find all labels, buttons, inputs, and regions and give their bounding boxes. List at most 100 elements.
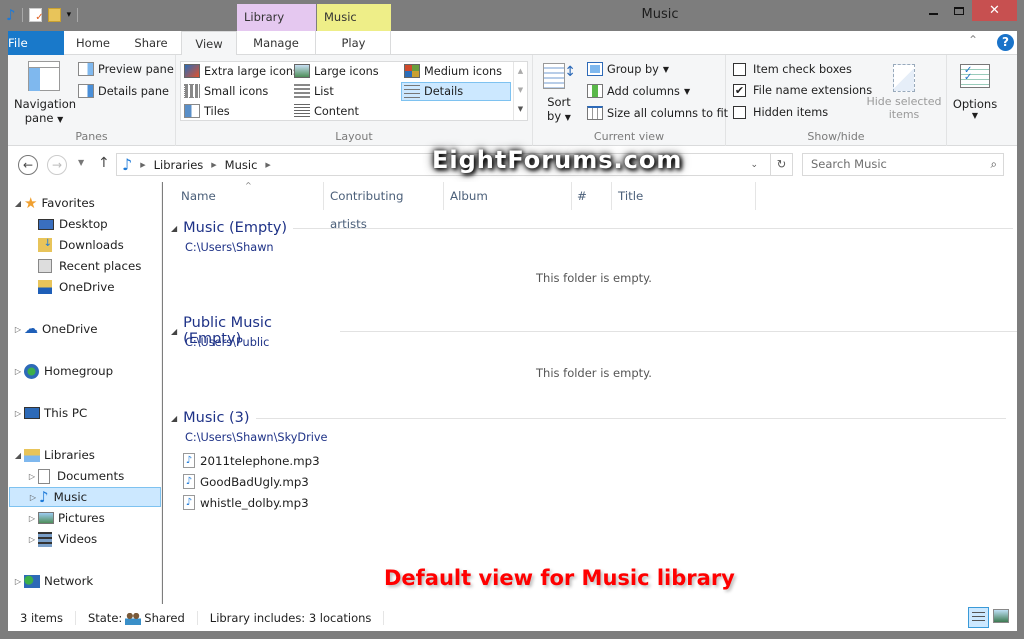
layout-large-icons[interactable]: Large icons (294, 64, 379, 78)
list-item[interactable]: ♪ GoodBadUgly.mp3 (183, 474, 309, 489)
sort-by-button[interactable]: ↕ Sort by ▼ (541, 63, 577, 123)
refresh-button[interactable]: ↻ (770, 154, 792, 175)
collapsed-arrow-icon[interactable]: ▷ (12, 577, 24, 586)
group-header[interactable]: ◢ Public Music (Empty) (171, 315, 1017, 347)
hide-selected-items-button[interactable]: Hide selected items (866, 64, 942, 121)
size-columns-button[interactable]: Size all columns to fit (587, 106, 728, 120)
gallery-expand-icon[interactable]: ▼ (514, 100, 527, 119)
large-icons-view-button[interactable] (993, 609, 1009, 623)
gallery-scroll-down-icon[interactable]: ▼ (514, 81, 527, 100)
item-count: 3 items (8, 610, 76, 625)
nav-videos[interactable]: ▷ Videos (26, 529, 180, 549)
group-title: Music (Empty) (183, 220, 288, 236)
file-name-extensions-toggle[interactable]: ✔ File name extensions (733, 84, 872, 97)
column-header-number[interactable]: # (572, 182, 612, 210)
breadcrumb-music[interactable]: Music (225, 158, 258, 172)
layout-list[interactable]: List (294, 84, 334, 98)
layout-details[interactable]: Details (401, 82, 511, 101)
list-item[interactable]: ♪ 2011telephone.mp3 (183, 453, 320, 468)
breadcrumb-separator-icon[interactable]: ▶ (140, 161, 145, 169)
nav-this-pc[interactable]: ▷ This PC (12, 403, 166, 423)
collapsed-arrow-icon[interactable]: ▷ (26, 514, 38, 523)
nav-network[interactable]: ▷ Network (12, 571, 166, 591)
nav-music[interactable]: ▷ ♪ Music (9, 487, 161, 507)
tab-home[interactable]: Home (68, 31, 118, 55)
add-columns-button[interactable]: Add columns ▼ (587, 84, 690, 98)
expanded-arrow-icon[interactable]: ◢ (12, 451, 24, 460)
sharing-state: State: Shared (76, 610, 198, 625)
group-by-button[interactable]: Group by ▼ (587, 62, 669, 76)
navigation-pane-button[interactable]: Navigation pane ▼ (14, 61, 76, 125)
collapsed-arrow-icon[interactable]: ▷ (26, 472, 38, 481)
forward-button[interactable]: → (47, 155, 67, 175)
layout-content[interactable]: Content (294, 104, 359, 118)
tab-view[interactable]: View (181, 31, 237, 56)
group-collapse-icon[interactable]: ◢ (171, 414, 177, 423)
gallery-scroll-up-icon[interactable]: ▲ (514, 62, 527, 81)
details-view-button[interactable] (968, 607, 989, 628)
layout-extra-large-icons[interactable]: Extra large icons (184, 64, 299, 78)
layout-small-icons[interactable]: Small icons (184, 84, 268, 98)
file-name-extensions-checkbox[interactable]: ✔ (733, 84, 746, 97)
collapsed-arrow-icon[interactable]: ▷ (12, 367, 24, 376)
breadcrumb-separator-icon[interactable]: ▶ (265, 161, 270, 169)
breadcrumb-separator-icon[interactable]: ▶ (211, 161, 216, 169)
nav-libraries[interactable]: ◢ Libraries (12, 445, 166, 465)
collapsed-arrow-icon[interactable]: ▷ (12, 325, 24, 334)
search-input[interactable]: Search Music ⌕ (802, 153, 1004, 176)
back-button[interactable]: ← (18, 155, 38, 175)
nav-homegroup[interactable]: ▷ Homegroup (12, 361, 166, 381)
nav-favorites[interactable]: ◢ ★ Favorites (12, 193, 166, 213)
tab-share[interactable]: Share (126, 31, 176, 55)
close-button[interactable]: ✕ (972, 0, 1017, 21)
ribbon-tab-bar: File Home Share View Manage Play ⌃ ? (8, 31, 1017, 56)
group-header[interactable]: ◢ Music (Empty) (171, 220, 1014, 236)
layout-tiles[interactable]: Tiles (184, 104, 230, 118)
maximize-button[interactable] (944, 0, 974, 21)
tab-manage[interactable]: Manage (237, 31, 316, 55)
collapsed-arrow-icon[interactable]: ▷ (26, 535, 38, 544)
hidden-items-toggle[interactable]: Hidden items (733, 106, 828, 119)
details-view-icon (972, 612, 985, 623)
nav-label: Favorites (41, 196, 95, 210)
collapsed-arrow-icon[interactable]: ▷ (27, 493, 39, 502)
details-pane-button[interactable]: Details pane (78, 84, 169, 98)
videos-icon (38, 531, 52, 547)
preview-pane-button[interactable]: Preview pane (78, 62, 174, 76)
dropdown-arrow-icon: ▼ (971, 111, 979, 120)
group-header[interactable]: ◢ Music (3) (171, 410, 1006, 426)
recent-locations-icon[interactable]: ▼ (78, 158, 84, 167)
nav-pictures[interactable]: ▷ Pictures (26, 508, 180, 528)
breadcrumb-libraries[interactable]: Libraries (154, 158, 204, 172)
title-bar: ♪ ✓ ▾ Library Tools Music Tools Music ✕ (0, 0, 1024, 51)
hidden-items-checkbox[interactable] (733, 106, 746, 119)
collapsed-arrow-icon[interactable]: ▷ (12, 409, 24, 418)
item-check-boxes-toggle[interactable]: Item check boxes (733, 63, 852, 76)
tab-file[interactable]: File (8, 31, 64, 55)
expanded-arrow-icon[interactable]: ◢ (12, 199, 24, 208)
nav-documents[interactable]: ▷ Documents (26, 466, 180, 486)
column-header-contributing-artists[interactable]: Contributing artists (324, 182, 444, 231)
options-button[interactable]: ✓ ✓ Options ▼ (950, 64, 1000, 120)
list-item[interactable]: ♪ whistle_dolby.mp3 (183, 495, 309, 510)
layout-option-label: Extra large icons (204, 64, 299, 78)
group-collapse-icon[interactable]: ◢ (171, 224, 177, 233)
collapse-ribbon-icon[interactable]: ⌃ (968, 33, 978, 47)
nav-onedrive[interactable]: ▷ ☁ OneDrive (12, 319, 166, 339)
tab-play[interactable]: Play (317, 31, 391, 55)
layout-medium-icons[interactable]: Medium icons (404, 64, 502, 78)
up-button[interactable]: ↑ (98, 155, 110, 171)
dropdown-arrow-icon: ▼ (662, 64, 669, 74)
panes-group-label: Panes (75, 130, 108, 143)
navigation-pane-icon (28, 61, 60, 91)
gallery-scrollbar[interactable]: ▲ ▼ ▼ (513, 62, 527, 120)
help-icon[interactable]: ? (997, 34, 1014, 51)
search-icon[interactable]: ⌕ (991, 154, 997, 175)
column-header-name[interactable]: Name ^ (175, 181, 324, 210)
column-header-title[interactable]: Title (612, 182, 756, 210)
address-history-dropdown-icon[interactable]: ⌄ (750, 160, 758, 170)
navigation-pane: ◢ ★ Favorites Desktop ↓ Downloads Recent pl… (8, 182, 162, 604)
item-check-boxes-checkbox[interactable] (733, 63, 746, 76)
group-collapse-icon[interactable]: ◢ (171, 327, 177, 336)
column-header-album[interactable]: Album (444, 182, 572, 210)
